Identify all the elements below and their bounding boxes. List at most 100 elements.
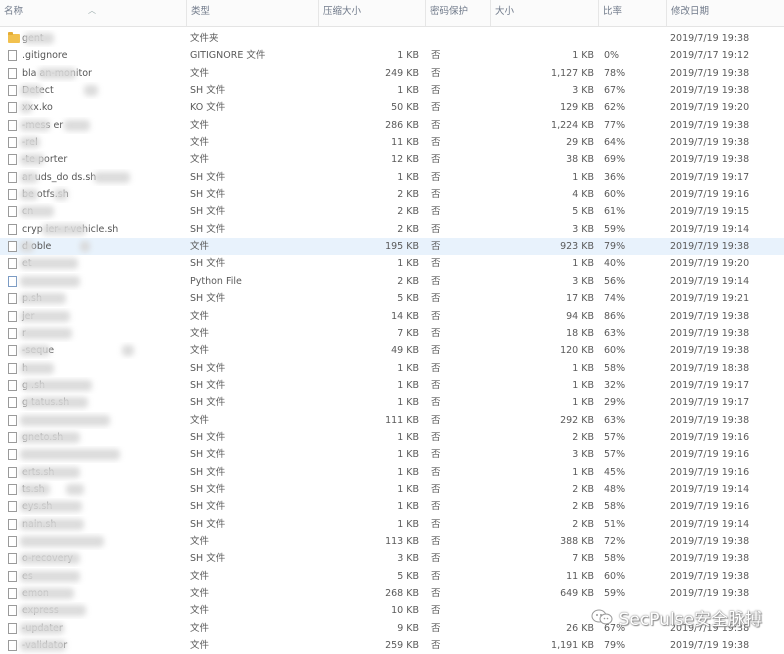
table-row[interactable]: Python File 2 KB 否 3 KB 56% 2019/7/19 19:14 (0, 273, 784, 290)
redaction-blur (20, 293, 66, 305)
table-row[interactable]: h SH 文件 1 KB 否 1 KB 58% 2019/7/19 18:38 (0, 360, 784, 377)
file-size: 4 KB (572, 189, 594, 201)
compression-ratio: 51% (604, 518, 626, 530)
table-row[interactable]: -mess er 文件 286 KB 否 1,224 KB 77% 2019/7/19 19… (0, 117, 784, 134)
table-row[interactable]: nain.sh SH 文件 1 KB 否 2 KB 51% 2019/7/19 19:14 (0, 516, 784, 533)
modified-date: 2019/7/19 19:14 (670, 483, 750, 495)
table-row[interactable]: erts.sh SH 文件 1 KB 否 1 KB 45% 2019/7/19 19:16 (0, 464, 784, 481)
table-row[interactable]: 文件 113 KB 否 388 KB 72% 2019/7/19 19:38 (0, 533, 784, 550)
compressed-size: 113 KB (385, 535, 419, 547)
redaction-blur (20, 85, 42, 97)
file-name-cell: jer (4, 308, 184, 325)
compressed-size (322, 30, 419, 47)
table-row[interactable]: ar uds_do ds.sh SH 文件 1 KB 否 1 KB 36% 2019/7/1… (0, 169, 784, 186)
modified-date: 2019/7/19 19:16 (670, 501, 750, 513)
file-type: SH 文件 (190, 171, 226, 183)
modified-date: 2019/7/19 19:38 (670, 67, 750, 79)
file-icon (8, 310, 17, 322)
table-row[interactable]: es 文件 5 KB 否 11 KB 60% 2019/7/19 19:38 (0, 568, 784, 585)
compressed-size: 10 KB (391, 605, 419, 617)
password-protected: 否 (431, 275, 441, 287)
table-row[interactable]: -rel 文件 11 KB 否 29 KB 64% 2019/7/19 19:38 (0, 134, 784, 151)
password-protected: 否 (431, 622, 441, 634)
header-modified[interactable]: 修改日期 (666, 0, 784, 26)
table-row[interactable]: d oble 文件 195 KB 否 923 KB 79% 2019/7/19 19:38 (0, 238, 784, 256)
table-row[interactable]: gent 文件夹 2019/7/19 19:38 (0, 30, 784, 47)
file-icon (8, 154, 17, 166)
table-row[interactable]: g tatus.sh SH 文件 1 KB 否 1 KB 29% 2019/7/19 19:… (0, 394, 784, 411)
file-size (494, 30, 594, 47)
file-size: 29 KB (566, 137, 594, 149)
compressed-size: 1 KB (397, 431, 419, 443)
table-row[interactable]: cn SH 文件 2 KB 否 5 KB 61% 2019/7/19 19:15 (0, 203, 784, 220)
compression-ratio: 72% (604, 535, 626, 547)
header-compressed-size[interactable]: 压缩大小 (318, 0, 425, 26)
table-row[interactable]: o-recovery SH 文件 3 KB 否 7 KB 58% 2019/7/19 19:… (0, 550, 784, 567)
modified-date: 2019/7/19 19:38 (670, 119, 750, 131)
redaction-blur (80, 241, 90, 253)
modified-date: 2019/7/19 19:38 (670, 327, 750, 339)
redaction-blur (20, 605, 86, 617)
table-row[interactable]: r 文件 7 KB 否 18 KB 63% 2019/7/19 19:38 (0, 325, 784, 342)
compressed-size: 7 KB (397, 327, 419, 339)
table-row[interactable]: -seque 文件 49 KB 否 120 KB 60% 2019/7/19 19:38 (0, 342, 784, 359)
file-size: 388 KB (560, 535, 594, 547)
redaction-blur (64, 119, 90, 131)
redaction-blur (20, 171, 38, 183)
compression-ratio: 79% (604, 241, 626, 253)
redaction-blur (20, 553, 80, 565)
table-row[interactable]: jer 文件 14 KB 否 94 KB 86% 2019/7/19 19:38 (0, 308, 784, 325)
header-password-protected[interactable]: 密码保护 (425, 0, 490, 26)
file-size: 1,224 KB (551, 119, 594, 131)
table-row[interactable]: xxx.ko KO 文件 50 KB 否 129 KB 62% 2019/7/19 19:2… (0, 99, 784, 116)
table-row[interactable]: 文件 111 KB 否 292 KB 63% 2019/7/19 19:38 (0, 412, 784, 429)
compressed-size: 1 KB (397, 518, 419, 530)
compressed-size: 2 KB (397, 223, 419, 235)
redaction-blur (20, 622, 64, 634)
table-row[interactable]: Detect SH 文件 1 KB 否 3 KB 67% 2019/7/19 19:38 (0, 82, 784, 99)
file-type: 文件 (190, 241, 210, 253)
compressed-size: 286 KB (385, 119, 419, 131)
table-row[interactable]: gneto.sh SH 文件 1 KB 否 2 KB 57% 2019/7/19 19:16 (0, 429, 784, 446)
table-row[interactable]: -te porter 文件 12 KB 否 38 KB 69% 2019/7/19 19:3… (0, 151, 784, 168)
compression-ratio: 40% (604, 258, 626, 270)
compression-ratio: 60% (604, 189, 626, 201)
table-row[interactable]: p.sh SH 文件 5 KB 否 17 KB 74% 2019/7/19 19:21 (0, 290, 784, 307)
table-row[interactable]: bla an-monitor 文件 249 KB 否 1,127 KB 78% 2019/7… (0, 65, 784, 82)
password-protected: 否 (431, 293, 441, 305)
header-ratio[interactable]: 比率 (598, 0, 666, 26)
file-name-cell: p.sh (4, 290, 184, 307)
table-row[interactable]: .gitignore GITIGNORE 文件 1 KB 否 1 KB 0% 2019/7/… (0, 47, 784, 64)
compressed-size: 3 KB (397, 553, 419, 565)
modified-date: 2019/7/19 19:14 (670, 223, 750, 235)
table-row[interactable]: cryp ier- r-vehicle.sh SH 文件 2 KB 否 3 KB 59% 2… (0, 221, 784, 238)
compression-ratio: 64% (604, 137, 626, 149)
table-row[interactable]: be otfs.sh SH 文件 2 KB 否 4 KB 60% 2019/7/19 19:… (0, 186, 784, 203)
compression-ratio: 58% (604, 362, 626, 374)
file-icon (8, 362, 17, 374)
table-row[interactable]: emon 文件 268 KB 否 649 KB 59% 2019/7/19 19:38 (0, 585, 784, 602)
compression-ratio: 58% (604, 553, 626, 565)
password-protected (431, 30, 471, 47)
table-row[interactable]: SH 文件 1 KB 否 3 KB 57% 2019/7/19 19:16 (0, 446, 784, 463)
modified-date: 2019/7/19 19:16 (670, 431, 750, 443)
compression-ratio: 36% (604, 171, 626, 183)
file-type: 文件 (190, 622, 210, 634)
table-row[interactable]: -validator 文件 259 KB 否 1,191 KB 79% 2019/7/19 … (0, 637, 784, 654)
file-icon (8, 397, 17, 409)
file-type: SH 文件 (190, 189, 226, 201)
header-type[interactable]: 类型 (186, 0, 318, 26)
table-row[interactable]: g .sh SH 文件 1 KB 否 1 KB 32% 2019/7/19 19:17 (0, 377, 784, 394)
table-row[interactable]: et SH 文件 1 KB 否 1 KB 40% 2019/7/19 19:20 (0, 255, 784, 272)
table-row[interactable]: eys.sh SH 文件 1 KB 否 2 KB 58% 2019/7/19 19:16 (0, 498, 784, 515)
file-icon (8, 483, 17, 495)
table-row[interactable]: ts.sh SH 文件 1 KB 否 2 KB 48% 2019/7/19 19:14 (0, 481, 784, 498)
header-size[interactable]: 大小 (490, 0, 598, 26)
compression-ratio: 86% (604, 310, 626, 322)
file-icon (8, 640, 17, 652)
header-name[interactable]: 名称 ︿ (0, 0, 186, 26)
compression-ratio: 29% (604, 397, 626, 409)
password-protected: 否 (431, 414, 441, 426)
modified-date: 2019/7/19 19:16 (670, 189, 750, 201)
password-protected: 否 (431, 483, 441, 495)
